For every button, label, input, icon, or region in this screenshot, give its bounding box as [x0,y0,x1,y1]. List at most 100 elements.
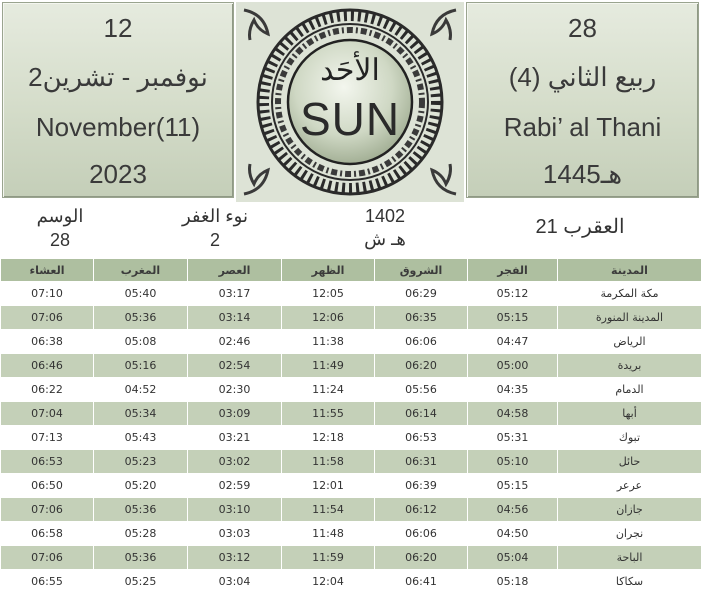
fajr-time-cell: 04:56 [467,497,558,522]
dhuhr-time-cell: 12:06 [281,305,375,330]
ghafr-label: نوء الغفر [182,206,248,226]
isha-time-cell: 07:06 [0,305,94,330]
shurooq-time-cell: 06:06 [374,521,468,546]
solar-year: 1402 [364,206,406,226]
ghafr-value: 2 [209,230,220,250]
isha-time-cell: 06:58 [0,521,94,546]
dhuhr-time-cell: 11:58 [281,449,375,474]
shurooq-time-cell: 06:35 [374,305,468,330]
shurooq-time-cell: 06:06 [374,329,468,354]
maghrib-time-cell: 05:25 [93,569,188,594]
header-fajr: الفجر [467,258,558,282]
table-row: 06:55 05:25 03:04 12:04 06:41 05:18 سكاكا [0,569,701,594]
dhuhr-time-cell: 12:04 [281,569,375,594]
asr-time-cell: 02:54 [187,353,282,378]
shurooq-time-cell: 06:39 [374,473,468,498]
fajr-time-cell: 05:00 [467,353,558,378]
day-name-arabic: الأحَد [320,53,380,88]
table-row: 07:06 05:36 03:12 11:59 06:20 05:04 الباحة [0,545,701,570]
prayer-times-table: العشاء المغرب العصر الظهر الشروق الفجر ا… [0,258,701,594]
city-name-cell: الرياض [557,329,701,354]
dhuhr-time-cell: 11:54 [281,497,375,522]
dhuhr-time-cell: 12:18 [281,425,375,450]
gregorian-month-english: November(11) [35,112,201,142]
table-row: 06:50 05:20 02:59 12:01 06:39 05:15 عرعر [0,473,701,498]
fajr-time-cell: 04:47 [467,329,558,354]
table-row: 07:06 05:36 03:10 11:54 06:12 04:56 جازان [0,497,701,522]
asr-time-cell: 02:46 [187,329,282,354]
city-name-cell: أبها [557,401,701,426]
maghrib-time-cell: 05:36 [93,305,188,330]
fajr-time-cell: 04:58 [467,401,558,426]
dhuhr-time-cell: 11:55 [281,401,375,426]
header-maghrib: المغرب [93,258,188,282]
dhuhr-time-cell: 11:49 [281,353,375,378]
city-name-cell: حائل [557,449,701,474]
asr-time-cell: 03:12 [187,545,282,570]
fajr-time-cell: 05:15 [467,305,558,330]
gregorian-month-arabic: نوفمبر - تشرين2 [28,62,208,92]
gregorian-date-panel: 12 نوفمبر - تشرين2 November(11) 2023 [0,0,236,200]
maghrib-time-cell: 05:08 [93,329,188,354]
asr-time-cell: 03:04 [187,569,282,594]
maghrib-time-cell: 05:28 [93,521,188,546]
city-name-cell: نجران [557,521,701,546]
isha-time-cell: 06:53 [0,449,94,474]
hijri-month-english: Rabi’ al Thani [503,112,662,142]
city-name-cell: مكة المكرمة [557,281,701,306]
city-name-cell: تبوك [557,425,701,450]
table-row: 07:04 05:34 03:09 11:55 06:14 04:58 أبها [0,401,701,426]
isha-time-cell: 07:13 [0,425,94,450]
shurooq-time-cell: 06:20 [374,353,468,378]
isha-time-cell: 07:06 [0,497,94,522]
fajr-time-cell: 04:35 [467,377,558,402]
solar-year-suffix: هـ ش [364,229,406,249]
header-shurooq: الشروق [374,258,468,282]
city-name-cell: الدمام [557,377,701,402]
header-isha: العشاء [0,258,94,282]
fajr-time-cell: 05:15 [467,473,558,498]
dhuhr-time-cell: 11:38 [281,329,375,354]
city-name-cell: بريدة [557,353,701,378]
asr-time-cell: 03:14 [187,305,282,330]
isha-time-cell: 06:55 [0,569,94,594]
city-name-cell: سكاكا [557,569,701,594]
city-name-cell: الباحة [557,545,701,570]
asr-time-cell: 03:09 [187,401,282,426]
city-name-cell: المدينة المنورة [557,305,701,330]
header-city: المدينة [557,258,701,282]
table-row: 06:22 04:52 02:30 11:24 05:56 04:35 الدمام [0,377,701,402]
table-row: 07:06 05:36 03:14 12:06 06:35 05:15 المدينة ال… [0,305,701,330]
fajr-time-cell: 04:50 [467,521,558,546]
fajr-time-cell: 05:12 [467,281,558,306]
hijri-day: 28 [568,13,597,43]
maghrib-time-cell: 04:52 [93,377,188,402]
shurooq-time-cell: 05:56 [374,377,468,402]
city-name-cell: جازان [557,497,701,522]
shurooq-time-cell: 06:53 [374,425,468,450]
asr-time-cell: 03:17 [187,281,282,306]
fajr-time-cell: 05:18 [467,569,558,594]
table-row: 07:10 05:40 03:17 12:05 06:29 05:12 مكة المكرم… [0,281,701,306]
maghrib-time-cell: 05:43 [93,425,188,450]
fajr-time-cell: 05:04 [467,545,558,570]
table-row: 06:38 05:08 02:46 11:38 06:06 04:47 الرياض [0,329,701,354]
asr-time-cell: 02:30 [187,377,282,402]
dhuhr-time-cell: 12:01 [281,473,375,498]
shurooq-time-cell: 06:29 [374,281,468,306]
table-header-row: العشاء المغرب العصر الظهر الشروق الفجر ا… [0,258,701,282]
maghrib-time-cell: 05:36 [93,545,188,570]
fajr-time-cell: 05:31 [467,425,558,450]
asr-time-cell: 02:59 [187,473,282,498]
hijri-month-arabic: ربيع الثاني (4) [508,62,657,92]
isha-time-cell: 06:22 [0,377,94,402]
hijri-year: 1445هـ [542,159,623,189]
shurooq-time-cell: 06:12 [374,497,468,522]
gregorian-day: 12 [103,13,133,43]
isha-time-cell: 07:04 [0,401,94,426]
maghrib-time-cell: 05:34 [93,401,188,426]
isha-time-cell: 06:46 [0,353,94,378]
isha-time-cell: 06:38 [0,329,94,354]
gregorian-year: 2023 [89,159,147,189]
shurooq-time-cell: 06:14 [374,401,468,426]
